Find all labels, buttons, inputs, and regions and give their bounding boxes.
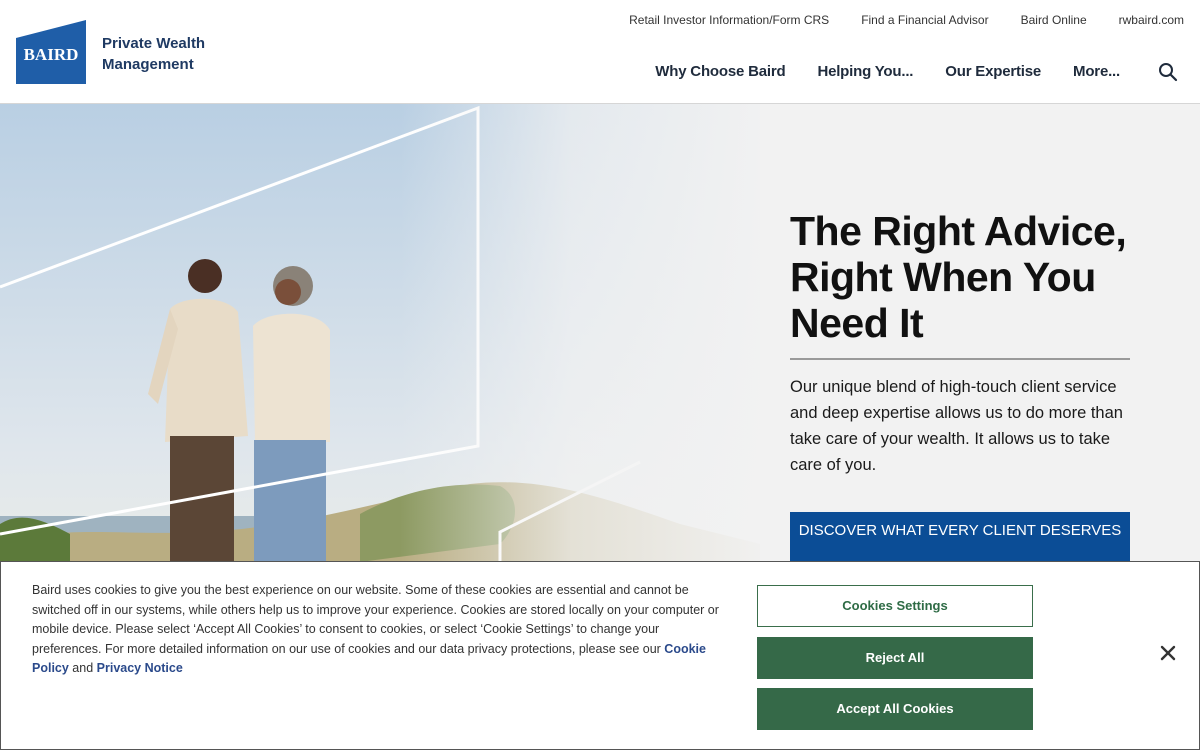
hero-copy: The Right Advice, Right When You Need It… — [790, 208, 1130, 478]
nav-helping-you[interactable]: Helping You... — [817, 63, 913, 80]
cookies-settings-button[interactable]: Cookies Settings — [757, 585, 1033, 627]
cookie-text-body: Baird uses cookies to give you the best … — [32, 583, 719, 656]
utility-link-find-advisor[interactable]: Find a Financial Advisor — [861, 13, 988, 27]
hero-title: The Right Advice, Right When You Need It — [790, 208, 1130, 360]
site-header: BAIRD Private Wealth Management Retail I… — [0, 0, 1200, 104]
privacy-notice-link[interactable]: Privacy Notice — [97, 661, 183, 675]
cookie-text-and: and — [68, 661, 97, 676]
hero-fade-overlay — [400, 104, 780, 562]
brand-name[interactable]: Private Wealth Management — [102, 33, 205, 75]
utility-link-baird-online[interactable]: Baird Online — [1021, 13, 1087, 27]
logo-graphic: BAIRD — [16, 20, 86, 84]
main-nav: Why Choose Baird Helping You... Our Expe… — [655, 63, 1120, 80]
nav-why-choose-baird[interactable]: Why Choose Baird — [655, 63, 785, 80]
nav-our-expertise[interactable]: Our Expertise — [945, 63, 1041, 80]
reject-all-button[interactable]: Reject All — [757, 637, 1033, 679]
nav-more[interactable]: More... — [1073, 63, 1120, 80]
cookie-text: Baird uses cookies to give you the best … — [32, 581, 732, 679]
utility-link-form-crs[interactable]: Retail Investor Information/Form CRS — [629, 13, 829, 27]
utility-nav: Retail Investor Information/Form CRS Fin… — [629, 13, 1184, 27]
search-icon[interactable] — [1158, 62, 1178, 82]
hero-body: Our unique blend of high-touch client se… — [790, 378, 1123, 474]
brand-name-line2: Management — [102, 56, 194, 73]
cookie-banner: Baird uses cookies to give you the best … — [0, 561, 1200, 750]
hero-section: The Right Advice, Right When You Need It… — [0, 104, 1200, 562]
accept-all-cookies-button[interactable]: Accept All Cookies — [757, 688, 1033, 730]
close-icon[interactable] — [1157, 642, 1179, 664]
discover-cta-button[interactable]: DISCOVER WHAT EVERY CLIENT DESERVES — [790, 512, 1130, 562]
brand-name-line1: Private Wealth — [102, 35, 206, 52]
logo-wordmark: BAIRD — [24, 45, 79, 64]
utility-link-rwbaird[interactable]: rwbaird.com — [1119, 13, 1184, 27]
baird-logo[interactable]: BAIRD — [16, 20, 86, 84]
